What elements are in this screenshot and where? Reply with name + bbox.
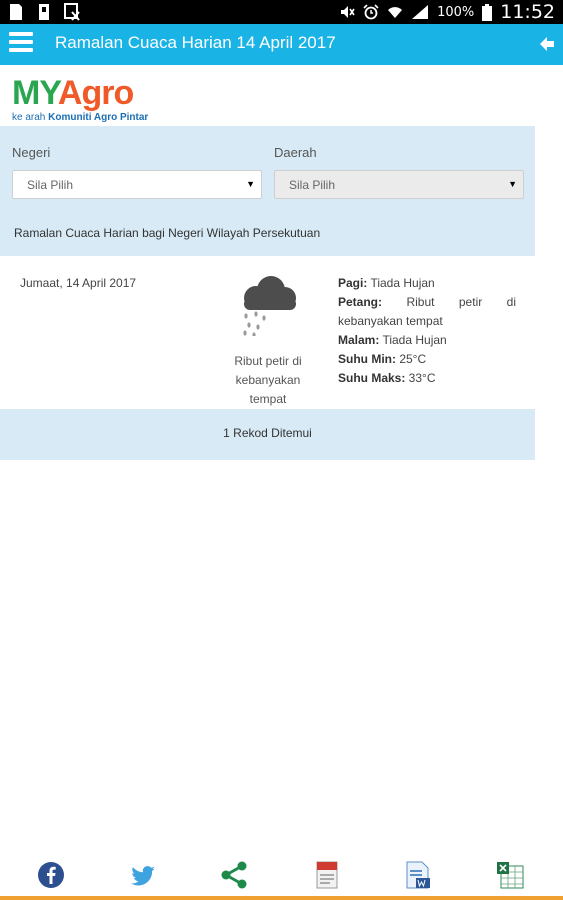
share-icon[interactable] bbox=[219, 860, 249, 890]
petang-label: Petang: bbox=[338, 295, 383, 309]
malam-value: Tiada Hujan bbox=[379, 333, 447, 347]
battery-icon bbox=[482, 3, 493, 21]
image-x-icon bbox=[64, 3, 80, 21]
suhu-min-value: 25°C bbox=[395, 352, 427, 366]
pagi-value: Tiada Hujan bbox=[367, 276, 435, 290]
dropdown-arrow-icon: ▼ bbox=[246, 179, 255, 189]
negeri-label: Negeri bbox=[12, 145, 51, 160]
word-icon[interactable] bbox=[403, 860, 433, 890]
status-bar-right: 100% 11:52 bbox=[339, 1, 555, 23]
daerah-label: Daerah bbox=[274, 145, 317, 160]
bottom-accent-line bbox=[0, 896, 563, 900]
logo-tag-bold: Komuniti Agro Pintar bbox=[48, 112, 149, 123]
bottom-action-bar bbox=[0, 854, 563, 900]
records-bar: 1 Rekod Ditemui bbox=[0, 409, 535, 460]
hamburger-icon-bar bbox=[9, 40, 33, 44]
suhu-min-row: Suhu Min: 25°C bbox=[338, 350, 516, 369]
logo-agro: Agro bbox=[57, 74, 134, 112]
forecast-condition: Ribut petir di kebanyakan tempat bbox=[234, 354, 302, 406]
back-arrow-icon[interactable] bbox=[539, 35, 555, 53]
document-icon bbox=[10, 4, 22, 20]
signal-icon bbox=[412, 5, 429, 19]
suhu-maks-value: 33°C bbox=[405, 371, 436, 385]
suhu-min-label: Suhu Min: bbox=[338, 352, 396, 366]
app-bar: Ramalan Cuaca Harian 14 April 2017 bbox=[0, 24, 563, 65]
clock: 11:52 bbox=[500, 1, 555, 23]
logo-tagline: ke arah Komuniti Agro Pintar bbox=[12, 112, 148, 123]
hamburger-icon-bar bbox=[9, 32, 33, 36]
negeri-select[interactable]: Sila Pilih ▼ bbox=[12, 170, 262, 199]
hamburger-icon-bar bbox=[9, 48, 33, 52]
negeri-select-value: Sila Pilih bbox=[27, 178, 74, 192]
pagi-row: Pagi: Tiada Hujan bbox=[338, 274, 516, 293]
forecast-details: Pagi: Tiada Hujan Petang: Ribut petir di… bbox=[338, 274, 516, 388]
suhu-maks-label: Suhu Maks: bbox=[338, 371, 406, 385]
pdf-icon[interactable] bbox=[312, 860, 342, 890]
status-bar-left-icons bbox=[8, 3, 80, 21]
mute-icon bbox=[341, 6, 355, 18]
malam-label: Malam: bbox=[338, 333, 380, 347]
forecast-date: Jumaat, 14 April 2017 bbox=[20, 276, 137, 290]
petang-row: Petang: Ribut petir di kebanyakan tempat bbox=[338, 293, 516, 331]
page-title: Ramalan Cuaca Harian 14 April 2017 bbox=[55, 33, 336, 52]
dropdown-arrow-icon: ▼ bbox=[508, 179, 517, 189]
menu-button[interactable] bbox=[9, 32, 33, 56]
status-bar: 100% 11:52 bbox=[0, 0, 563, 24]
wifi-icon bbox=[388, 7, 403, 18]
facebook-icon[interactable] bbox=[36, 860, 66, 890]
records-count: 1 Rekod Ditemui bbox=[223, 426, 312, 440]
malam-row: Malam: Tiada Hujan bbox=[338, 331, 516, 350]
pagi-label: Pagi: bbox=[338, 276, 368, 290]
logo-tag-prefix: ke arah bbox=[12, 112, 49, 123]
battery-percent: 100% bbox=[437, 4, 475, 20]
sd-card-icon bbox=[39, 4, 49, 20]
thunderstorm-cloud-icon bbox=[243, 276, 296, 336]
myagro-logo: MYAgro ke arah Komuniti Agro Pintar bbox=[12, 76, 148, 123]
excel-icon[interactable] bbox=[495, 860, 525, 890]
forecast-description: Ramalan Cuaca Harian bagi Negeri Wilayah… bbox=[14, 226, 321, 240]
twitter-icon[interactable] bbox=[128, 860, 158, 890]
filter-panel: Negeri Sila Pilih ▼ Daerah Sila Pilih ▼ … bbox=[0, 126, 535, 256]
alarm-icon bbox=[363, 4, 379, 20]
daerah-select[interactable]: Sila Pilih ▼ bbox=[274, 170, 524, 199]
daerah-select-value: Sila Pilih bbox=[289, 178, 336, 192]
suhu-maks-row: Suhu Maks: 33°C bbox=[338, 369, 516, 388]
logo-wordmark: MYAgro bbox=[12, 76, 148, 110]
logo-my: MY bbox=[12, 74, 59, 112]
